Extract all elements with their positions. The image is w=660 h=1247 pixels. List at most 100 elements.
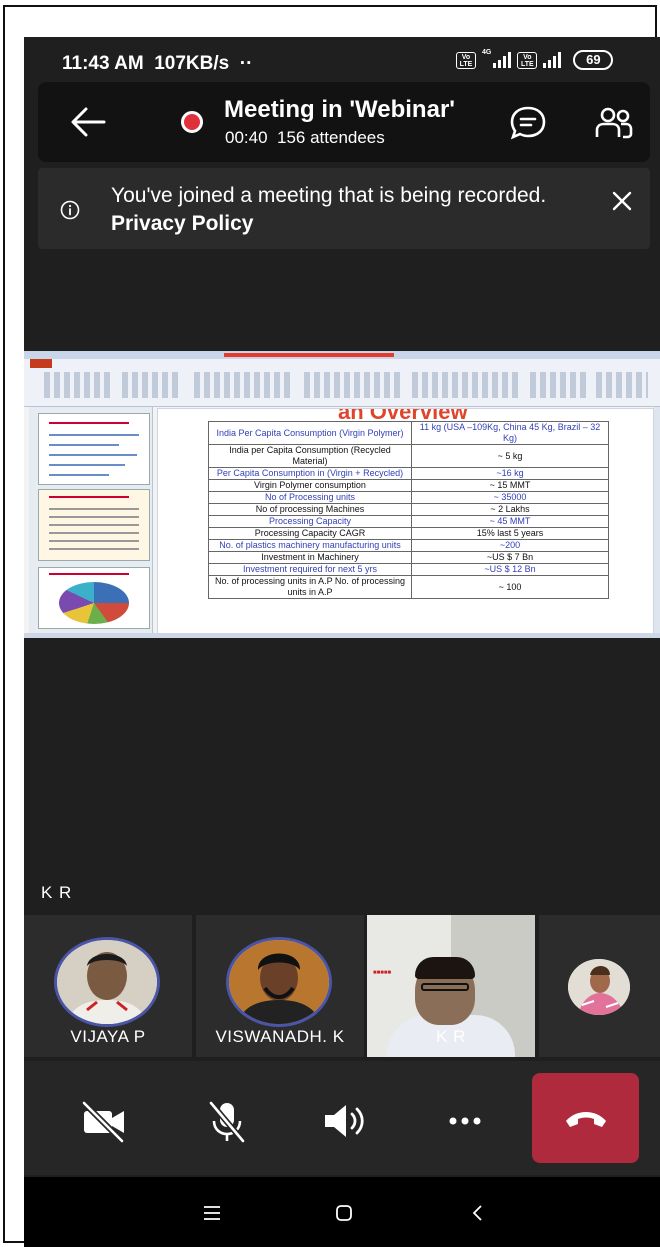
- status-indicators: Vo LTE 4G Vo LTE 69: [456, 48, 614, 70]
- hang-up-button[interactable]: [532, 1073, 639, 1163]
- slide-row-value: ~ 15 MMT: [411, 479, 609, 492]
- slide-table-row: Processing Capacity ~ 45 MMT: [208, 515, 609, 528]
- participant-tile[interactable]: [539, 915, 660, 1057]
- arrow-left-icon[interactable]: [68, 104, 108, 140]
- slide-row-value: ~US $ 7 Bn: [411, 551, 609, 564]
- ppt-ribbon: [24, 359, 660, 407]
- slide-table-row: Processing Capacity CAGR 15% last 5 years: [208, 527, 609, 540]
- video-wall-poster: ■■■■■: [373, 970, 392, 976]
- slide-table-row: India per Capita Consumption (Recycled M…: [208, 444, 609, 468]
- slide-row-value: ~ 2 Lakhs: [411, 503, 609, 516]
- slide-row-value: ~200: [411, 539, 609, 552]
- video-person-glasses: [421, 983, 469, 991]
- ppt-status-bar: [24, 633, 660, 638]
- speaker-icon[interactable]: [319, 1095, 371, 1147]
- slide-row-value: ~ 100: [411, 575, 609, 599]
- back-chevron-icon[interactable]: [466, 1201, 490, 1225]
- phone-screen: 11:43 AM 107KB/s ·· Vo LTE 4G Vo LTE 69 …: [24, 37, 660, 1247]
- slide-row-label: Virgin Polymer consumption: [208, 479, 412, 492]
- status-dots: ··: [239, 53, 253, 74]
- slide-table-row: No. of processing units in A.P No. of pr…: [208, 575, 609, 599]
- slide-row-value: ~ 35000: [411, 491, 609, 504]
- active-speaker-label: K R: [41, 883, 73, 902]
- avatar: [54, 937, 160, 1027]
- close-icon[interactable]: [611, 190, 633, 212]
- slide-table-row: Virgin Polymer consumption ~ 15 MMT: [208, 479, 609, 492]
- slide-row-value: ~ 45 MMT: [411, 515, 609, 528]
- slide-row-value: ~16 kg: [411, 467, 609, 480]
- network-type: 4G: [482, 48, 492, 56]
- people-icon[interactable]: [594, 104, 634, 142]
- attendee-count: 156 attendees: [277, 128, 385, 147]
- signal-icon-2: [543, 52, 562, 68]
- clock-text: 11:43 AM: [62, 53, 144, 74]
- privacy-policy-link[interactable]: Privacy Policy: [111, 212, 253, 235]
- slide-row-label: Investment required for next 5 yrs: [208, 563, 412, 576]
- meeting-title: Meeting in 'Webinar': [224, 96, 455, 123]
- signal-icon: [493, 52, 512, 68]
- slide-thumbnail: [38, 567, 150, 629]
- chat-bubble-icon[interactable]: [508, 104, 548, 142]
- home-icon[interactable]: [332, 1201, 356, 1225]
- participant-name: VISWANADH. K: [215, 1027, 345, 1046]
- avatar: [568, 959, 630, 1015]
- slide-table-row: Investment required for next 5 yrs ~US $ …: [208, 563, 609, 576]
- network-speed: 107KB/s: [154, 53, 230, 74]
- ppt-title-bar: [24, 351, 660, 359]
- shared-screen: an Overview India Per Capita Consumption…: [24, 351, 660, 638]
- battery-level: 69: [586, 52, 601, 67]
- slide-thumbnail: [38, 489, 150, 561]
- recording-banner: You've joined a meeting that is being re…: [38, 168, 650, 249]
- participant-tile[interactable]: VISWANADH. K: [196, 915, 364, 1057]
- info-icon: [60, 200, 80, 220]
- menu-icon[interactable]: [200, 1201, 224, 1225]
- slide-row-label: No. of processing units in A.P No. of pr…: [208, 575, 412, 599]
- status-time: 11:43 AM 107KB/s ··: [62, 53, 252, 75]
- battery-icon: 69: [573, 50, 614, 70]
- slide-row-label: Investment in Machinery: [208, 551, 412, 564]
- camera-off-icon[interactable]: [78, 1095, 130, 1147]
- volte-icon: Vo LTE: [456, 51, 476, 69]
- participant-name: VIJAYA P: [70, 1027, 146, 1046]
- slide-row-value: 15% last 5 years: [411, 527, 609, 540]
- participant-tile[interactable]: VIJAYA P: [24, 915, 192, 1057]
- slide-table-row: No of Processing units ~ 35000: [208, 491, 609, 504]
- hang-up-icon: [566, 1112, 606, 1127]
- volte-icon-2: Vo LTE: [517, 51, 538, 69]
- participant-tile-video[interactable]: ■■■■■ K R: [367, 915, 535, 1057]
- slide-table-row: Per Capita Consumption in (Virgin + Recy…: [208, 467, 609, 480]
- banner-text: You've joined a meeting that is being re…: [111, 184, 547, 207]
- more-icon[interactable]: [439, 1095, 491, 1147]
- system-nav-bar: [24, 1177, 660, 1247]
- slide-row-value: 11 kg (USA –109Kg, China 45 Kg, Brazil –…: [411, 421, 609, 445]
- slide-table-row: India Per Capita Consumption (Virgin Pol…: [208, 421, 609, 445]
- participant-name: K R: [436, 1027, 466, 1046]
- slide-row-label: Processing Capacity CAGR: [208, 527, 412, 540]
- slide-row-label: No of Processing units: [208, 491, 412, 504]
- slide-row-label: Per Capita Consumption in (Virgin + Recy…: [208, 467, 412, 480]
- avatar: [226, 937, 332, 1027]
- meeting-header: Meeting in 'Webinar' 00:40 156 attendees: [38, 82, 650, 162]
- slide-table-row: No of processing Machines ~ 2 Lakhs: [208, 503, 609, 516]
- slide-thumbnail: [38, 413, 150, 485]
- mic-off-icon[interactable]: [201, 1095, 253, 1147]
- recording-indicator: [181, 111, 203, 133]
- slide-row-label: No. of plastics machinery manufacturing …: [208, 539, 412, 552]
- meeting-subtitle: 00:40 156 attendees: [225, 128, 385, 148]
- ppt-file-tab: [30, 359, 52, 368]
- slide-thumbnails: [29, 407, 153, 633]
- slide-table-row: Investment in Machinery ~US $ 7 Bn: [208, 551, 609, 564]
- slide-row-value: ~US $ 12 Bn: [411, 563, 609, 576]
- elapsed-time: 00:40: [225, 128, 268, 147]
- call-controls: [24, 1061, 660, 1175]
- slide-table-row: No. of plastics machinery manufacturing …: [208, 539, 609, 552]
- slide-row-label: India Per Capita Consumption (Virgin Pol…: [208, 421, 412, 445]
- slide-row-label: India per Capita Consumption (Recycled M…: [208, 444, 412, 468]
- slide-row-label: No of processing Machines: [208, 503, 412, 516]
- video-person-hair: [415, 957, 475, 979]
- status-bar: 11:43 AM 107KB/s ·· Vo LTE 4G Vo LTE 69: [24, 37, 660, 87]
- slide-row-label: Processing Capacity: [208, 515, 412, 528]
- slide-row-value: ~ 5 kg: [411, 444, 609, 468]
- banner-message: You've joined a meeting that is being re…: [111, 182, 551, 238]
- ppt-scrollbar: [654, 407, 660, 633]
